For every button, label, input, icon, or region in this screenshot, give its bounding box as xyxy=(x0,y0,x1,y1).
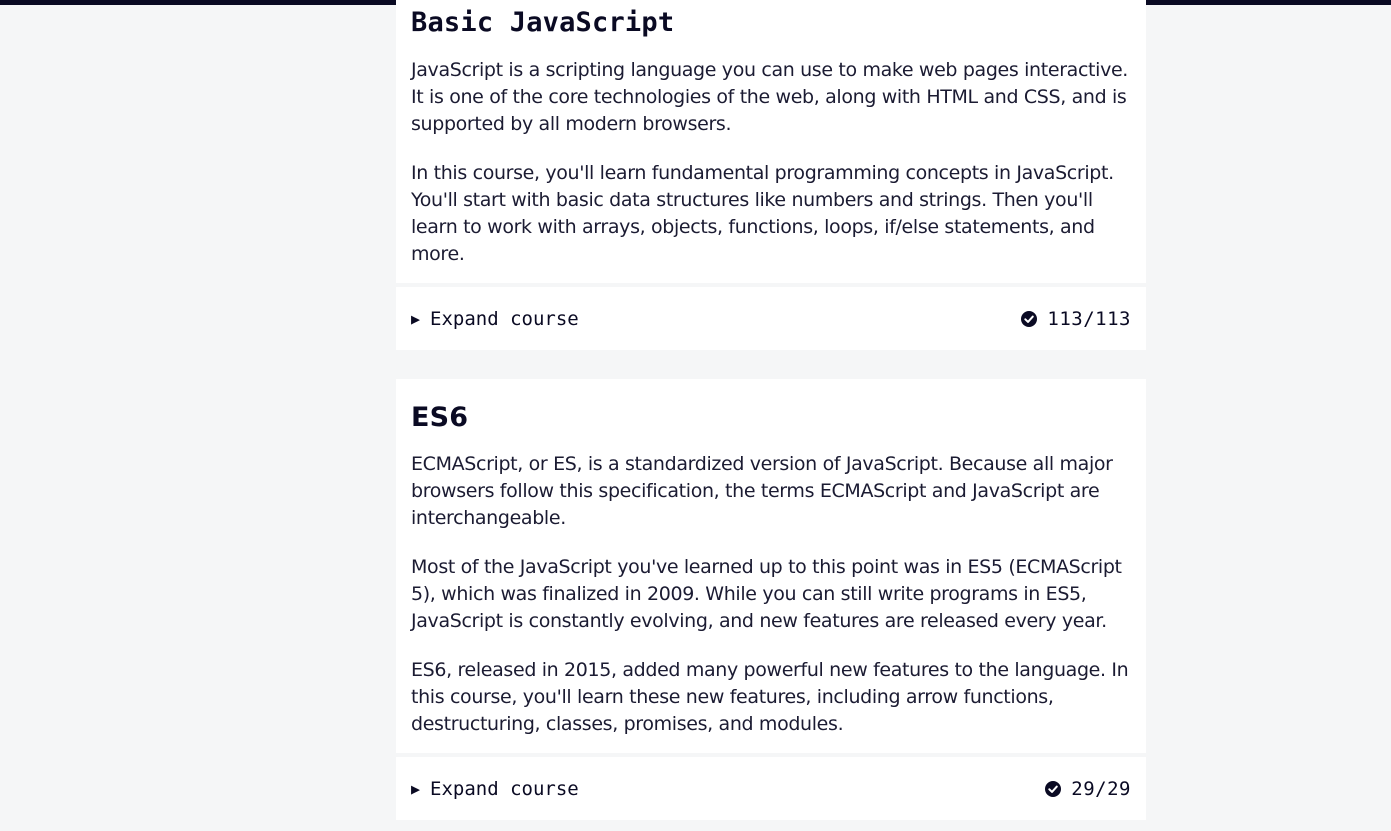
course-footer: ▶ Expand course 29/29 xyxy=(396,757,1146,820)
expand-course-button[interactable]: ▶ Expand course xyxy=(411,308,579,330)
progress-count: 29/29 xyxy=(1071,777,1131,800)
course-description-paragraph: Most of the JavaScript you've learned up… xyxy=(411,556,1122,632)
course-description: JavaScript is a scripting language you c… xyxy=(411,57,1131,283)
course-title: Basic JavaScript xyxy=(411,7,675,38)
course-progress: 113/113 xyxy=(1021,308,1131,330)
expand-course-button[interactable]: ▶ Expand course xyxy=(411,778,579,800)
course-description-paragraph: ECMAScript, or ES, is a standardized ver… xyxy=(411,453,1113,529)
caret-right-icon: ▶ xyxy=(411,779,421,798)
progress-count: 113/113 xyxy=(1047,307,1131,330)
course-description-paragraph: JavaScript is a scripting language you c… xyxy=(411,59,1128,135)
expand-course-label: Expand course xyxy=(430,307,579,330)
caret-right-icon: ▶ xyxy=(411,309,421,328)
course-block-basic-javascript: Basic JavaScript JavaScript is a scripti… xyxy=(396,0,1146,350)
check-circle-icon xyxy=(1021,310,1038,327)
expand-course-label: Expand course xyxy=(430,777,579,800)
course-block-es6: ES6 ECMAScript, or ES, is a standardized… xyxy=(396,379,1146,820)
curriculum-column: Basic JavaScript JavaScript is a scripti… xyxy=(396,0,1146,820)
course-footer: ▶ Expand course 113/113 xyxy=(396,287,1146,350)
course-block-header: Basic JavaScript JavaScript is a scripti… xyxy=(396,0,1146,283)
check-circle-icon xyxy=(1045,780,1062,797)
course-description: ECMAScript, or ES, is a standardized ver… xyxy=(411,451,1131,753)
course-description-paragraph: In this course, you'll learn fundamental… xyxy=(411,162,1114,265)
course-block-header: ES6 ECMAScript, or ES, is a standardized… xyxy=(396,379,1146,753)
course-description-paragraph: ES6, released in 2015, added many powerf… xyxy=(411,659,1129,735)
course-progress: 29/29 xyxy=(1045,778,1131,800)
course-title: ES6 xyxy=(411,402,469,433)
